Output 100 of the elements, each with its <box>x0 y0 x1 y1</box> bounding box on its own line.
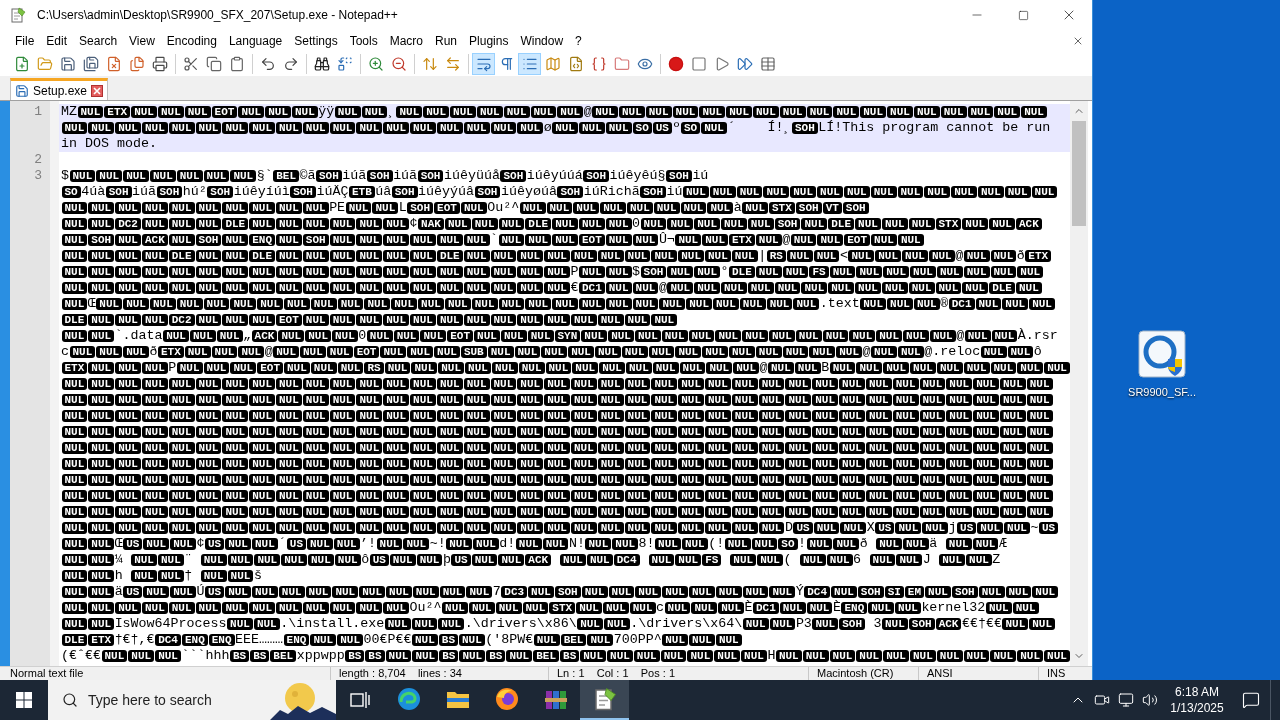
file-tab[interactable]: Setup.exe <box>10 78 109 100</box>
scrollbar-thumb[interactable] <box>1072 121 1086 226</box>
search-box[interactable]: Type here to search <box>48 680 336 720</box>
editor-text: ´ <box>727 120 736 136</box>
control-character: NUL <box>733 362 759 374</box>
control-character: NUL <box>463 394 490 406</box>
menu-item[interactable]: Edit <box>40 31 74 51</box>
control-character: SOH <box>839 618 865 630</box>
control-character: NUL <box>871 234 897 246</box>
control-character: NUL <box>829 650 856 662</box>
editor-text: @ <box>264 344 273 360</box>
control-character: NUL <box>329 442 356 454</box>
control-character: NUL <box>990 266 1017 278</box>
control-character: NUL <box>517 442 544 454</box>
control-character: NUL <box>973 506 999 518</box>
control-character: NUL <box>793 298 820 310</box>
list-lines-button[interactable] <box>518 53 541 75</box>
menu-item[interactable]: Run <box>429 31 464 51</box>
control-character: NUL <box>990 362 1017 374</box>
clock-time[interactable]: 6:18 AM <box>1175 684 1219 700</box>
menu-item[interactable]: Encoding <box>160 31 223 51</box>
status-text: Normal text file <box>10 667 84 680</box>
menu-item[interactable]: View <box>123 31 161 51</box>
control-character: NUL <box>848 250 875 262</box>
control-character: NUL <box>168 602 195 614</box>
control-character: NUL <box>605 122 632 134</box>
swirl-icon[interactable] <box>396 687 421 711</box>
control-character: NUL <box>276 234 302 246</box>
menu-item[interactable]: ? <box>569 31 588 51</box>
word-wrap-button[interactable] <box>472 53 495 75</box>
status-text: length : 8,704 lines : 34 <box>339 667 462 680</box>
control-character: NUL <box>963 650 990 662</box>
control-character: NUL <box>356 282 383 294</box>
menu-item[interactable]: Settings <box>288 31 344 51</box>
control-character: NUL <box>578 298 605 310</box>
control-character: NUL <box>887 106 913 118</box>
control-character: NUL <box>910 362 936 374</box>
control-character: NUL <box>694 282 720 294</box>
control-character: NUL <box>731 506 758 518</box>
control-character: NUL <box>195 314 222 326</box>
control-character: NUL <box>463 506 490 518</box>
control-character: NUL <box>249 506 275 518</box>
control-character: NUL <box>115 394 141 406</box>
control-character: NUL <box>115 474 141 486</box>
control-character: NUL <box>410 266 436 278</box>
menu-item[interactable]: Plugins <box>463 31 515 51</box>
control-character: NUL <box>195 602 222 614</box>
control-character: DLE <box>525 218 552 230</box>
video-camera-icon[interactable] <box>1094 692 1110 708</box>
control-character: NUL <box>544 394 570 406</box>
menu-item[interactable]: File <box>9 31 41 51</box>
control-character: NUL <box>855 282 881 294</box>
editor-text: š <box>253 568 262 584</box>
control-character: NUL <box>946 506 973 518</box>
desktop-icon-label[interactable]: SR9900_SF... <box>1128 386 1196 399</box>
control-character: NUL <box>326 346 353 358</box>
control-character: EOT <box>447 330 474 342</box>
menu-item[interactable]: Language <box>222 31 289 51</box>
editor-text: iú <box>692 168 709 184</box>
close-icon[interactable] <box>91 84 104 97</box>
menu-item[interactable]: Window <box>514 31 570 51</box>
control-character: NUL <box>115 506 141 518</box>
taskbar-app-button[interactable] <box>580 680 629 720</box>
control-character: NUL <box>310 634 337 646</box>
control-character: NUL <box>115 522 141 534</box>
control-character: NUL <box>570 442 597 454</box>
control-character: EOT <box>276 314 302 326</box>
control-character: NUL <box>578 218 605 230</box>
control-character: NUL <box>356 602 383 614</box>
control-character: NUL <box>839 474 865 486</box>
menu-item[interactable]: Tools <box>343 31 384 51</box>
control-character: US <box>123 538 143 550</box>
control-character: NUL <box>88 122 115 134</box>
control-character: NUL <box>766 298 793 310</box>
folder-icon[interactable] <box>445 689 470 709</box>
speaker-icon[interactable] <box>1142 692 1158 708</box>
editor-text: È <box>744 600 753 616</box>
control-character: NUL <box>61 218 88 230</box>
notification-icon[interactable] <box>1242 691 1260 709</box>
control-character: NUL <box>498 218 525 230</box>
monitor-icon[interactable] <box>1118 692 1134 708</box>
control-character: NUL <box>61 202 88 214</box>
vertical-scrollbar[interactable] <box>1070 101 1088 666</box>
control-character: NUL <box>88 506 115 518</box>
disc-with-shield-icon[interactable] <box>1138 330 1186 378</box>
undo-icon <box>259 56 276 72</box>
fox-globe-icon[interactable] <box>494 687 519 711</box>
control-character: NUL <box>61 618 88 630</box>
clock-date[interactable]: 1/13/2025 <box>1170 700 1224 716</box>
control-character: NUL <box>755 266 782 278</box>
menu-item[interactable]: Macro <box>383 31 429 51</box>
control-character: SOH <box>500 170 527 182</box>
control-character: NUL <box>999 458 1026 470</box>
control-character: NUL <box>434 346 460 358</box>
search-field[interactable]: Type here to search <box>88 688 258 712</box>
editor-text: º <box>672 120 681 136</box>
control-character: NUL <box>742 202 768 214</box>
menu-item[interactable]: Search <box>73 31 124 51</box>
control-character: NUL <box>131 554 157 566</box>
control-character: NUL <box>683 186 709 198</box>
